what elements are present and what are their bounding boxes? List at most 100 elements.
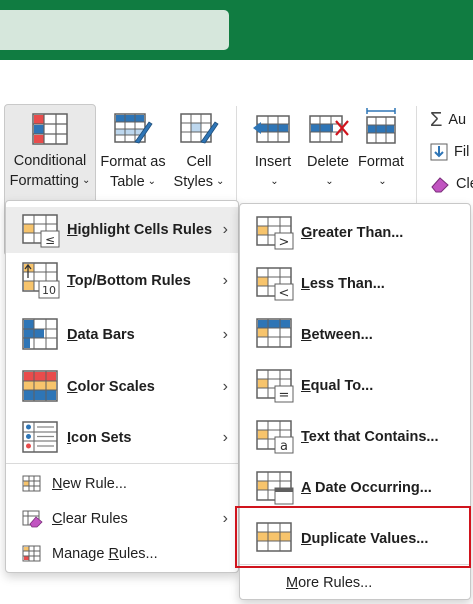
menu-item-label: Color Scales [67,379,155,395]
icon-sets-icon [22,421,58,453]
menu-item-icon-sets[interactable]: Icon Sets › [6,414,238,462]
svg-text:>: > [279,235,290,250]
menu-item-equal-to[interactable]: = Equal To... [240,362,470,410]
insert-label: Insert [254,154,292,170]
new-rule-icon [22,475,41,492]
conditional-formatting-label-2: Formatting ⌄ [5,171,95,191]
conditional-formatting-label-1: Conditional [13,153,87,169]
menu-item-label: Equal To... [301,378,374,394]
menu-item-color-scales[interactable]: Color Scales › [6,363,238,411]
svg-text:10: 10 [42,284,56,297]
eraser-icon [22,510,43,528]
delete-chevron: ⌄ [302,172,354,192]
menu-item-manage-rules[interactable]: Manage Rules... [6,537,238,571]
insert-cells-icon [253,115,290,143]
menu-item-label: Icon Sets [67,430,132,446]
data-bars-icon [22,318,58,350]
manage-rules-icon [22,545,41,562]
sigma-icon: Σ [430,108,443,131]
cell-styles-icon [180,113,219,144]
menu-item-label: More Rules... [286,575,373,591]
clear-label: Cle [456,176,473,192]
menu-item-label: New Rule... [52,476,127,492]
menu-item-label: Clear Rules [52,511,128,527]
menu-item-label: Between... [301,327,373,343]
menu-item-label: Top/Bottom Rules [67,273,191,289]
menu-item-text-that-contains[interactable]: a Text that Contains... [240,413,470,461]
menu-item-less-than[interactable]: < Less Than... [240,260,470,308]
menu-item-top-bottom-rules[interactable]: 10 Top/Bottom Rules › [6,258,238,304]
autosum-label: Au [448,112,467,128]
chevron-down-icon: ⌄ [378,176,387,188]
svg-text:<: < [279,286,290,301]
svg-text:=: = [279,388,290,403]
menu-item-label: Text that Contains... [301,429,439,445]
top-bottom-rules-icon: 10 [22,262,60,299]
format-as-table-label-1: Format as [100,154,166,170]
chevron-right-icon: › [222,429,228,446]
ribbon-home: Conditional Formatting ⌄ Format as Table ⌄ [0,60,473,256]
chevron-down-icon: ⌄ [325,176,334,188]
fill-down-icon [430,143,448,161]
format-label: Format [358,154,404,170]
chevron-right-icon: › [222,221,228,238]
highlight-cells-rules-icon: ≤ [22,214,60,248]
chevron-right-icon: › [222,510,228,527]
search-box[interactable] [0,10,229,50]
format-as-table-button[interactable]: Format as Table ⌄ [98,104,168,192]
chevron-right-icon: › [222,378,228,395]
menu-item-highlight-cells-rules[interactable]: ≤ Highlight Cells Rules › [6,207,238,253]
menu-item-label: Manage Rules... [52,546,158,562]
menu-item-a-date-occurring[interactable]: A Date Occurring... [240,464,470,512]
delete-label: Delete [307,154,349,170]
chevron-down-icon: ⌄ [270,176,279,188]
clear-button[interactable]: Cle [430,172,473,196]
menu-item-label: Less Than... [301,276,385,292]
format-as-table-icon [114,113,153,144]
text-that-contains-icon: a [256,420,294,454]
a-date-occurring-icon [256,471,294,505]
title-bar [0,0,473,60]
cell-styles-button[interactable]: Cell Styles ⌄ [168,104,230,192]
conditional-formatting-menu: ≤ Highlight Cells Rules › 10 Top/Bottom … [5,200,239,573]
svg-text:≤: ≤ [45,233,55,247]
autosum-button[interactable]: Σ Au [430,108,466,132]
cell-styles-label-1: Cell [186,154,212,170]
menu-item-new-rule[interactable]: New Rule... [6,467,238,501]
menu-item-label: Data Bars [67,327,135,343]
svg-text:a: a [280,439,288,454]
format-button[interactable]: Format ⌄ [354,104,408,192]
menu-item-clear-rules[interactable]: Clear Rules › [6,502,238,536]
menu-item-label: Greater Than... [301,225,404,241]
fill-button[interactable]: Fil [430,140,469,164]
insert-button[interactable]: Insert ⌄ [248,104,298,192]
color-scales-icon [22,370,58,402]
eraser-icon [431,177,449,193]
menu-divider [6,463,238,464]
delete-button[interactable]: Delete ⌄ [302,104,354,192]
between-icon [256,318,292,348]
chevron-right-icon: › [222,272,228,289]
conditional-formatting-icon [32,113,68,145]
cell-styles-label-2: Styles ⌄ [168,172,230,192]
menu-item-between[interactable]: Between... [240,311,470,359]
menu-item-greater-than[interactable]: > Greater Than... [240,209,470,257]
less-than-icon: < [256,267,294,301]
equal-to-icon: = [256,369,294,403]
delete-cells-icon [309,115,349,143]
chevron-down-icon: ⌄ [216,176,225,188]
menu-item-more-rules[interactable]: More Rules... [240,568,470,598]
format-chevron: ⌄ [354,172,408,192]
menu-item-label: A Date Occurring... [301,480,432,496]
menu-item-label: Highlight Cells Rules [67,222,213,238]
format-as-table-label-2: Table ⌄ [98,172,168,192]
menu-item-data-bars[interactable]: Data Bars › [6,311,238,359]
format-cells-icon [366,108,396,144]
chevron-right-icon: › [222,326,228,343]
greater-than-icon: > [256,216,294,250]
chevron-down-icon: ⌄ [81,175,91,187]
insert-chevron: ⌄ [248,172,298,192]
duplicate-values-highlight-box [235,506,471,568]
fill-label: Fil [454,144,470,160]
chevron-down-icon: ⌄ [147,176,157,188]
